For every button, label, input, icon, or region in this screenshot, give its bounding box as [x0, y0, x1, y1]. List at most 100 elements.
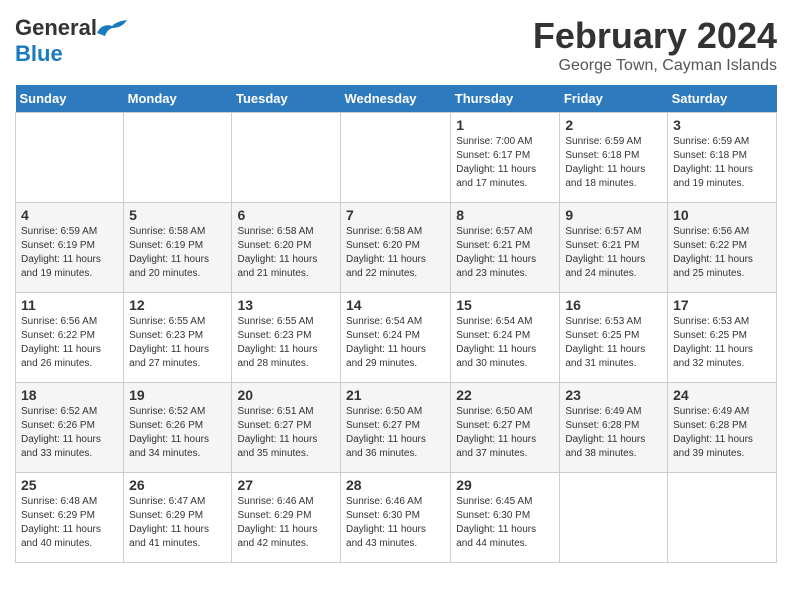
day-number: 9: [565, 207, 662, 223]
day-info: Sunrise: 6:49 AM Sunset: 6:28 PM Dayligh…: [673, 405, 771, 461]
calendar-cell: 1 Sunrise: 7:00 AM Sunset: 6:17 PM Daylig…: [451, 113, 560, 203]
header-sunday: Sunday: [16, 85, 124, 113]
calendar-cell: 27Sunrise: 6:46 AM Sunset: 6:29 PM Dayli…: [232, 473, 341, 563]
day-info: Sunrise: 6:52 AM Sunset: 6:26 PM Dayligh…: [21, 405, 118, 461]
day-number: 10: [673, 207, 771, 223]
day-info: Sunrise: 6:56 AM Sunset: 6:22 PM Dayligh…: [673, 225, 771, 281]
day-info: Sunrise: 6:59 AM Sunset: 6:19 PM Dayligh…: [21, 225, 118, 281]
logo-bird-icon: [97, 18, 127, 38]
day-info: Sunrise: 6:50 AM Sunset: 6:27 PM Dayligh…: [456, 405, 554, 461]
calendar-cell: 13 Sunrise: 6:55 AM Sunset: 6:23 PM Dayli…: [232, 293, 341, 383]
day-info: Sunrise: 6:58 AM Sunset: 6:19 PM Dayligh…: [129, 225, 226, 281]
header-friday: Friday: [560, 85, 668, 113]
day-number: 4: [21, 207, 118, 223]
day-number: 27: [237, 477, 335, 493]
calendar-cell: 19 Sunrise: 6:52 AM Sunset: 6:26 PM Dayli…: [124, 383, 232, 473]
calendar-cell: 3 Sunrise: 6:59 AM Sunset: 6:18 PM Daylig…: [668, 113, 777, 203]
header-wednesday: Wednesday: [341, 85, 451, 113]
calendar-cell: 6 Sunrise: 6:58 AM Sunset: 6:20 PM Daylig…: [232, 203, 341, 293]
day-info: Sunrise: 6:52 AM Sunset: 6:26 PM Dayligh…: [129, 405, 226, 461]
logo-blue-text: Blue: [15, 41, 63, 67]
day-info: Sunrise: 6:48 AM Sunset: 6:29 PM Dayligh…: [21, 495, 118, 551]
header-thursday: Thursday: [451, 85, 560, 113]
day-number: 8: [456, 207, 554, 223]
day-number: 6: [237, 207, 335, 223]
calendar-week-5: 25Sunrise: 6:48 AM Sunset: 6:29 PM Dayli…: [16, 473, 777, 563]
calendar-cell: 2 Sunrise: 6:59 AM Sunset: 6:18 PM Daylig…: [560, 113, 668, 203]
day-number: 14: [346, 297, 445, 313]
day-number: 5: [129, 207, 226, 223]
day-info: Sunrise: 6:59 AM Sunset: 6:18 PM Dayligh…: [673, 135, 771, 191]
calendar-week-4: 18 Sunrise: 6:52 AM Sunset: 6:26 PM Dayli…: [16, 383, 777, 473]
calendar-cell: 10 Sunrise: 6:56 AM Sunset: 6:22 PM Dayli…: [668, 203, 777, 293]
day-number: 19: [129, 387, 226, 403]
header: General Blue February 2024 George Town, …: [15, 15, 777, 75]
calendar-cell: 9 Sunrise: 6:57 AM Sunset: 6:21 PM Daylig…: [560, 203, 668, 293]
day-number: 2: [565, 117, 662, 133]
calendar-cell: 21 Sunrise: 6:50 AM Sunset: 6:27 PM Dayli…: [341, 383, 451, 473]
day-info: Sunrise: 6:58 AM Sunset: 6:20 PM Dayligh…: [346, 225, 445, 281]
calendar-cell: 4 Sunrise: 6:59 AM Sunset: 6:19 PM Daylig…: [16, 203, 124, 293]
logo: General Blue: [15, 15, 127, 67]
calendar-cell: [560, 473, 668, 563]
day-number: 13: [237, 297, 335, 313]
day-number: 17: [673, 297, 771, 313]
calendar-cell: 29Sunrise: 6:45 AM Sunset: 6:30 PM Dayli…: [451, 473, 560, 563]
calendar-cell: 8Sunrise: 6:57 AM Sunset: 6:21 PM Daylig…: [451, 203, 560, 293]
month-title: February 2024: [533, 15, 777, 57]
day-info: Sunrise: 6:53 AM Sunset: 6:25 PM Dayligh…: [565, 315, 662, 371]
calendar-cell: 17 Sunrise: 6:53 AM Sunset: 6:25 PM Dayli…: [668, 293, 777, 383]
location-title: George Town, Cayman Islands: [533, 57, 777, 75]
header-monday: Monday: [124, 85, 232, 113]
logo-general-text: General: [15, 15, 97, 41]
day-info: Sunrise: 6:58 AM Sunset: 6:20 PM Dayligh…: [237, 225, 335, 281]
day-number: 22: [456, 387, 554, 403]
calendar-week-2: 4 Sunrise: 6:59 AM Sunset: 6:19 PM Daylig…: [16, 203, 777, 293]
day-number: 7: [346, 207, 445, 223]
title-area: February 2024 George Town, Cayman Island…: [533, 15, 777, 75]
day-number: 3: [673, 117, 771, 133]
day-info: Sunrise: 6:57 AM Sunset: 6:21 PM Dayligh…: [565, 225, 662, 281]
day-info: Sunrise: 6:46 AM Sunset: 6:30 PM Dayligh…: [346, 495, 445, 551]
calendar-cell: 20 Sunrise: 6:51 AM Sunset: 6:27 PM Dayli…: [232, 383, 341, 473]
day-info: Sunrise: 6:55 AM Sunset: 6:23 PM Dayligh…: [237, 315, 335, 371]
calendar-cell: 26 Sunrise: 6:47 AM Sunset: 6:29 PM Dayli…: [124, 473, 232, 563]
day-info: Sunrise: 7:00 AM Sunset: 6:17 PM Dayligh…: [456, 135, 554, 191]
calendar-cell: 12 Sunrise: 6:55 AM Sunset: 6:23 PM Dayli…: [124, 293, 232, 383]
day-info: Sunrise: 6:54 AM Sunset: 6:24 PM Dayligh…: [346, 315, 445, 371]
calendar-cell: 7 Sunrise: 6:58 AM Sunset: 6:20 PM Daylig…: [341, 203, 451, 293]
day-info: Sunrise: 6:54 AM Sunset: 6:24 PM Dayligh…: [456, 315, 554, 371]
day-number: 18: [21, 387, 118, 403]
day-number: 1: [456, 117, 554, 133]
day-number: 21: [346, 387, 445, 403]
calendar-cell: 11Sunrise: 6:56 AM Sunset: 6:22 PM Dayli…: [16, 293, 124, 383]
day-info: Sunrise: 6:55 AM Sunset: 6:23 PM Dayligh…: [129, 315, 226, 371]
day-info: Sunrise: 6:56 AM Sunset: 6:22 PM Dayligh…: [21, 315, 118, 371]
header-saturday: Saturday: [668, 85, 777, 113]
day-number: 20: [237, 387, 335, 403]
day-number: 16: [565, 297, 662, 313]
calendar-cell: [16, 113, 124, 203]
day-number: 12: [129, 297, 226, 313]
day-number: 23: [565, 387, 662, 403]
calendar-week-1: 1 Sunrise: 7:00 AM Sunset: 6:17 PM Daylig…: [16, 113, 777, 203]
day-info: Sunrise: 6:53 AM Sunset: 6:25 PM Dayligh…: [673, 315, 771, 371]
day-info: Sunrise: 6:47 AM Sunset: 6:29 PM Dayligh…: [129, 495, 226, 551]
calendar-cell: 24Sunrise: 6:49 AM Sunset: 6:28 PM Dayli…: [668, 383, 777, 473]
calendar-cell: 22 Sunrise: 6:50 AM Sunset: 6:27 PM Dayli…: [451, 383, 560, 473]
calendar-week-3: 11Sunrise: 6:56 AM Sunset: 6:22 PM Dayli…: [16, 293, 777, 383]
calendar-cell: [668, 473, 777, 563]
day-info: Sunrise: 6:50 AM Sunset: 6:27 PM Dayligh…: [346, 405, 445, 461]
day-info: Sunrise: 6:51 AM Sunset: 6:27 PM Dayligh…: [237, 405, 335, 461]
day-info: Sunrise: 6:59 AM Sunset: 6:18 PM Dayligh…: [565, 135, 662, 191]
calendar-cell: [232, 113, 341, 203]
day-number: 26: [129, 477, 226, 493]
calendar-cell: 28Sunrise: 6:46 AM Sunset: 6:30 PM Dayli…: [341, 473, 451, 563]
calendar-cell: 16 Sunrise: 6:53 AM Sunset: 6:25 PM Dayli…: [560, 293, 668, 383]
calendar-cell: [341, 113, 451, 203]
calendar-table: SundayMondayTuesdayWednesdayThursdayFrid…: [15, 85, 777, 563]
calendar-cell: 14 Sunrise: 6:54 AM Sunset: 6:24 PM Dayli…: [341, 293, 451, 383]
day-info: Sunrise: 6:45 AM Sunset: 6:30 PM Dayligh…: [456, 495, 554, 551]
day-info: Sunrise: 6:49 AM Sunset: 6:28 PM Dayligh…: [565, 405, 662, 461]
calendar-cell: 5 Sunrise: 6:58 AM Sunset: 6:19 PM Daylig…: [124, 203, 232, 293]
